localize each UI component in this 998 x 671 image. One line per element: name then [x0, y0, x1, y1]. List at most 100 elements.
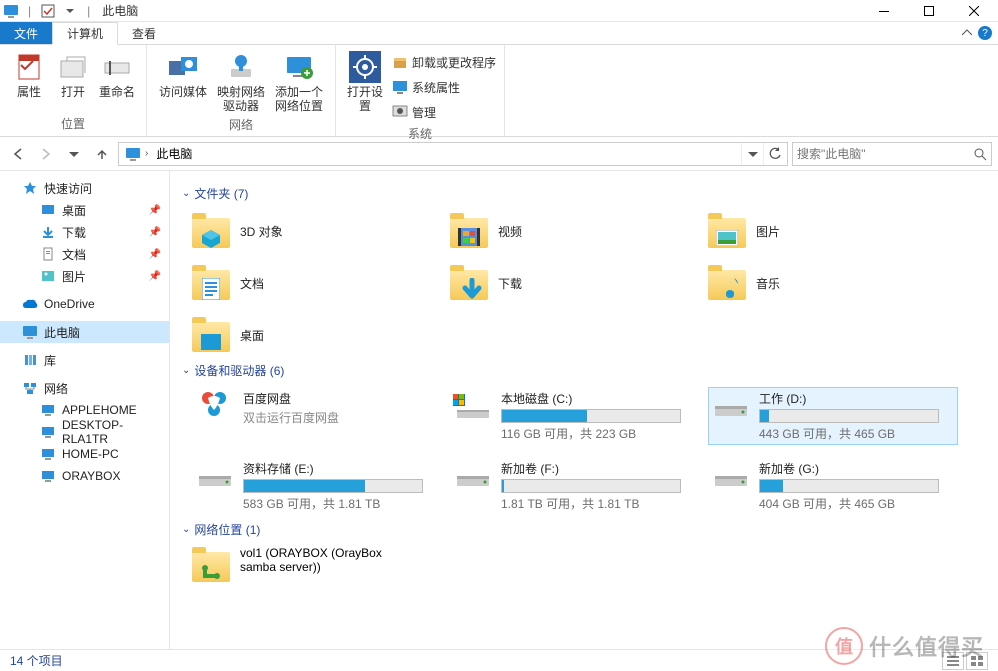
group-header-folders[interactable]: ⌄ 文件夹 (7): [182, 185, 986, 202]
folder-icon: [192, 264, 230, 302]
sidebar-item-network-pc[interactable]: DESKTOP-RLA1TR: [0, 421, 169, 443]
sidebar-item-documents[interactable]: 文档 📌: [0, 243, 169, 265]
pc-icon: [40, 402, 56, 418]
sidebar-item-network[interactable]: 网络: [0, 377, 169, 399]
map-drive-button[interactable]: 映射网络驱动器: [213, 49, 269, 114]
collapse-ribbon-icon[interactable]: [962, 28, 972, 38]
watermark-text: 什么值得买: [869, 630, 984, 662]
pin-icon: 📌: [149, 227, 161, 238]
folder-icon: [450, 264, 488, 302]
sidebar-item-network-pc[interactable]: HOME-PC: [0, 443, 169, 465]
breadcrumb-arrow-icon[interactable]: ›: [145, 148, 148, 159]
tab-view[interactable]: 查看: [118, 22, 170, 44]
up-button[interactable]: [90, 142, 114, 166]
drive-item[interactable]: 工作 (D:)443 GB 可用，共 465 GB: [708, 387, 958, 445]
network-location-item[interactable]: vol1 (ORAYBOX (OrayBox samba server)): [182, 546, 986, 584]
qat-checkbox-icon[interactable]: [39, 2, 57, 20]
folder-item[interactable]: 桌面: [192, 314, 442, 356]
back-button[interactable]: [6, 142, 30, 166]
chevron-down-icon: ⌄: [182, 365, 190, 376]
address-bar[interactable]: › 此电脑: [118, 142, 788, 166]
search-icon[interactable]: [973, 147, 987, 161]
pc-icon: [125, 147, 141, 161]
monitor-icon: [392, 79, 408, 95]
close-button[interactable]: [951, 1, 996, 21]
folder-item[interactable]: 音乐: [708, 262, 958, 304]
access-media-button[interactable]: 访问媒体: [155, 49, 211, 114]
network-folder-icon: [192, 546, 230, 584]
content-area: ⌄ 文件夹 (7) 3D 对象视频图片文档下载音乐桌面 ⌄ 设备和驱动器 (6)…: [170, 171, 998, 651]
forward-button[interactable]: [34, 142, 58, 166]
sidebar-item-onedrive[interactable]: OneDrive: [0, 293, 169, 315]
ribbon-group-title: 位置: [8, 113, 138, 134]
drive-icon: [195, 462, 233, 490]
search-box[interactable]: [792, 142, 992, 166]
capacity-bar: [501, 479, 681, 493]
navbar: › 此电脑: [0, 137, 998, 171]
sidebar-item-libraries[interactable]: 库: [0, 349, 169, 371]
sidebar-item-downloads[interactable]: 下载 📌: [0, 221, 169, 243]
search-input[interactable]: [797, 147, 973, 161]
folder-icon: [708, 212, 746, 250]
sidebar-item-thispc[interactable]: 此电脑: [0, 321, 169, 343]
drive-icon: [453, 392, 491, 420]
capacity-bar: [243, 479, 423, 493]
star-icon: [22, 180, 38, 196]
pin-icon: 📌: [149, 249, 161, 260]
drive-item[interactable]: 新加卷 (G:)404 GB 可用，共 465 GB: [708, 457, 958, 515]
window-controls: [861, 1, 996, 21]
picture-icon: [40, 268, 56, 284]
drive-icon: [711, 392, 749, 420]
pc-icon: [40, 424, 56, 440]
folder-item[interactable]: 图片: [708, 210, 958, 252]
watermark-badge: 值: [825, 627, 863, 665]
drive-item[interactable]: 资料存储 (E:)583 GB 可用，共 1.81 TB: [192, 457, 442, 515]
qat-dropdown-icon[interactable]: [61, 2, 79, 20]
folder-item[interactable]: 下载: [450, 262, 700, 304]
window-title: 此电脑: [102, 2, 138, 19]
uninstall-programs-button[interactable]: 卸载或更改程序: [392, 51, 496, 73]
ribbon-group-network: 访问媒体 映射网络驱动器 添加一个网络位置 网络: [147, 45, 336, 136]
chevron-down-icon: ⌄: [182, 188, 190, 199]
minimize-button[interactable]: [861, 1, 906, 21]
drive-item[interactable]: 百度网盘双击运行百度网盘: [192, 387, 442, 445]
address-dropdown[interactable]: [741, 143, 763, 165]
watermark: 值 什么值得买: [825, 627, 984, 665]
manage-button[interactable]: 管理: [392, 101, 496, 123]
rename-button[interactable]: 重命名: [96, 49, 138, 113]
sidebar-item-desktop[interactable]: 桌面 📌: [0, 199, 169, 221]
status-text: 14 个项目: [10, 652, 63, 669]
folder-item[interactable]: 视频: [450, 210, 700, 252]
capacity-bar: [501, 409, 681, 423]
sidebar-item-pictures[interactable]: 图片 📌: [0, 265, 169, 287]
drive-item[interactable]: 本地磁盘 (C:)116 GB 可用，共 223 GB: [450, 387, 700, 445]
folder-icon: [192, 212, 230, 250]
open-settings-button[interactable]: 打开设置: [344, 49, 386, 123]
folder-icon: [708, 264, 746, 302]
system-properties-button[interactable]: 系统属性: [392, 76, 496, 98]
tab-file[interactable]: 文件: [0, 22, 52, 44]
tab-computer[interactable]: 计算机: [52, 22, 118, 45]
desktop-icon: [40, 202, 56, 218]
drive-item[interactable]: 新加卷 (F:)1.81 TB 可用，共 1.81 TB: [450, 457, 700, 515]
maximize-button[interactable]: [906, 1, 951, 21]
capacity-bar: [759, 409, 939, 423]
ribbon-group-title: 网络: [155, 114, 327, 135]
help-icon[interactable]: ?: [978, 26, 992, 40]
history-dropdown[interactable]: [62, 142, 86, 166]
refresh-button[interactable]: [763, 143, 785, 165]
group-header-netloc[interactable]: ⌄ 网络位置 (1): [182, 521, 986, 538]
properties-button[interactable]: 属性: [8, 49, 50, 113]
folder-item[interactable]: 文档: [192, 262, 442, 304]
sidebar-item-network-pc[interactable]: ORAYBOX: [0, 465, 169, 487]
folder-icon: [192, 316, 230, 354]
breadcrumb-location[interactable]: 此电脑: [156, 145, 192, 162]
sidebar-item-quickaccess[interactable]: 快速访问: [0, 177, 169, 199]
folder-item[interactable]: 3D 对象: [192, 210, 442, 252]
add-network-location-button[interactable]: 添加一个网络位置: [271, 49, 327, 114]
group-header-drives[interactable]: ⌄ 设备和驱动器 (6): [182, 362, 986, 379]
ribbon: 属性 打开 重命名 位置 访问媒体 映射网络驱动器: [0, 45, 998, 137]
open-button[interactable]: 打开: [52, 49, 94, 113]
pin-icon: 📌: [149, 271, 161, 282]
pc-icon: [40, 446, 56, 462]
